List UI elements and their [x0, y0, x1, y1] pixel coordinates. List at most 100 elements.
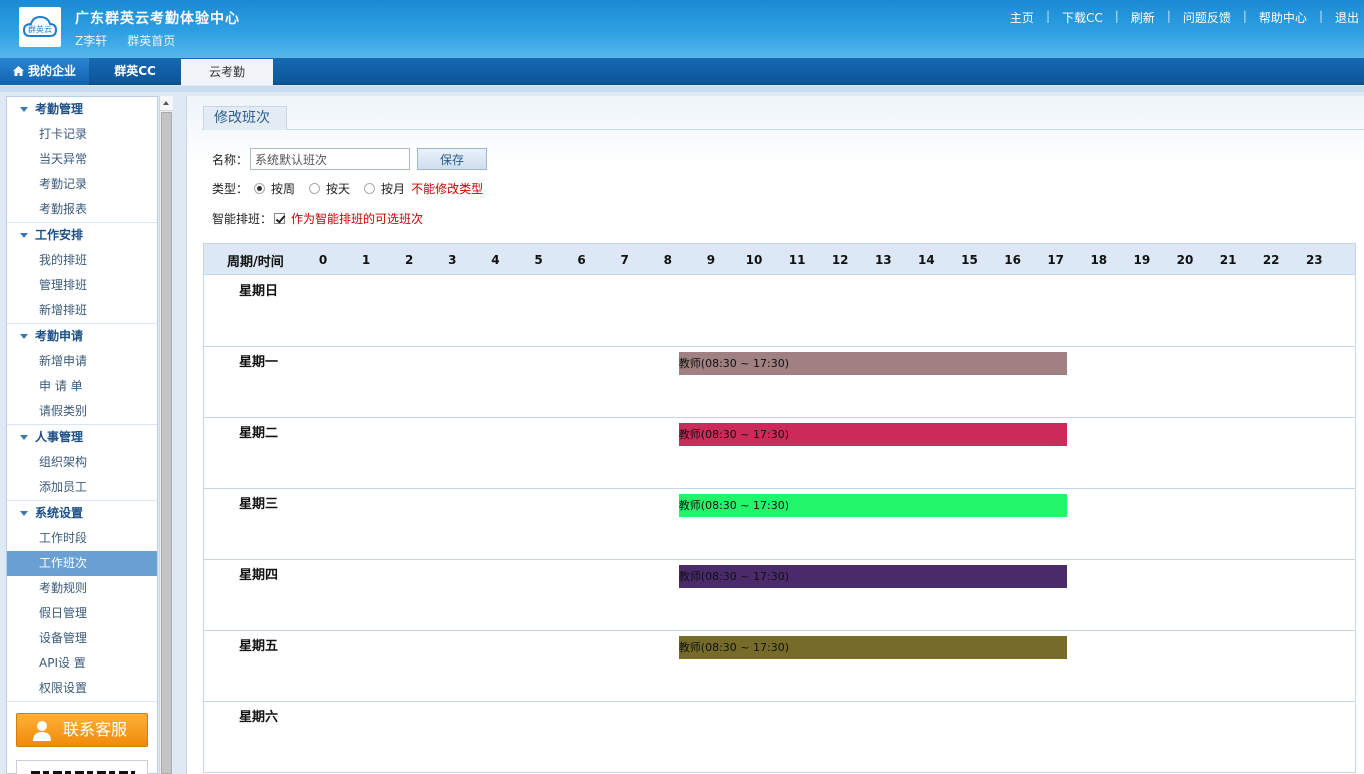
sidebar-group-title[interactable]: 系统设置	[7, 501, 157, 526]
sidebar-item-api-settings[interactable]: API设 置	[7, 651, 157, 676]
name-label: 名称：	[212, 152, 249, 167]
shift-bar[interactable]: 教师(08:30 ~ 17:30)	[678, 494, 1067, 517]
smart-schedule-checkbox[interactable]	[274, 213, 286, 224]
link-logout[interactable]: 退出	[1335, 9, 1359, 26]
type-warning: 不能修改类型	[411, 182, 484, 196]
name-row: 名称： 保存	[212, 148, 488, 170]
sidebar-item-punch-records[interactable]: 打卡记录	[7, 122, 157, 147]
link-help[interactable]: 帮助中心	[1259, 9, 1307, 26]
scroll-up-arrow-icon[interactable]	[160, 96, 173, 111]
sidebar-scrollbar[interactable]	[159, 96, 173, 774]
shift-bar[interactable]: 教师(08:30 ~ 17:30)	[678, 565, 1067, 588]
sidebar-item-manage-schedule[interactable]: 管理排班	[7, 273, 157, 298]
radio-monthly[interactable]	[364, 183, 376, 194]
day-label: 星期六	[239, 710, 279, 725]
radio-weekly[interactable]	[254, 183, 266, 194]
link-download-cc[interactable]: 下载CC	[1062, 9, 1103, 26]
link-refresh[interactable]: 刷新	[1131, 9, 1155, 26]
sidebar-group-system: 系统设置 工作时段 工作班次 考勤规则 假日管理 设备管理 API设 置 权限设…	[7, 501, 157, 702]
nav-stripe	[0, 86, 1364, 92]
day-label: 星期三	[239, 497, 279, 512]
hour-label: 14	[918, 253, 935, 267]
hour-label: 7	[620, 253, 629, 267]
header-sub: Z李轩 群英首页	[75, 32, 175, 49]
save-button[interactable]: 保存	[417, 148, 488, 170]
shift-bar[interactable]: 教师(08:30 ~ 17:30)	[678, 636, 1067, 659]
sidebar-item-holidays[interactable]: 假日管理	[7, 601, 157, 626]
sidebar-item-attendance-rules[interactable]: 考勤规则	[7, 576, 157, 601]
day-row: 星期一 教师(08:30 ~ 17:30)	[204, 347, 1355, 418]
sidebar-group-title[interactable]: 考勤管理	[7, 97, 157, 122]
sidebar-item-new-request[interactable]: 新增申请	[7, 349, 157, 374]
sidebar-item-leave-types[interactable]: 请假类别	[7, 399, 157, 424]
tab-my-enterprise[interactable]: 我的企业	[0, 58, 89, 85]
day-label: 星期四	[239, 568, 279, 583]
sidebar-item-attendance-report[interactable]: 考勤报表	[7, 197, 157, 222]
day-row: 星期二 教师(08:30 ~ 17:30)	[204, 418, 1355, 489]
tab-qunying-cc[interactable]: 群英CC	[91, 58, 179, 85]
hour-label: 5	[534, 253, 543, 267]
link-feedback[interactable]: 问题反馈	[1183, 9, 1231, 26]
collapse-triangle-icon	[20, 435, 28, 440]
collapse-triangle-icon	[20, 107, 28, 112]
hour-label: 2	[405, 253, 414, 267]
hour-label: 11	[788, 253, 806, 267]
svg-text:群英云: 群英云	[28, 24, 52, 34]
sidebar-item-work-periods[interactable]: 工作时段	[7, 526, 157, 551]
group-title-text: 工作安排	[35, 228, 84, 242]
sidebar-item-my-schedule[interactable]: 我的排班	[7, 248, 157, 273]
person-icon	[33, 721, 51, 741]
hour-label: 21	[1219, 253, 1237, 267]
sidebar-item-devices[interactable]: 设备管理	[7, 626, 157, 651]
shift-name-input[interactable]	[250, 148, 411, 170]
sidebar-item-attendance-records[interactable]: 考勤记录	[7, 172, 157, 197]
grid-corner-label: 周期/时间	[227, 255, 284, 270]
tab-cloud-attendance[interactable]: 云考勤	[181, 59, 273, 85]
sidebar-group-title[interactable]: 考勤申请	[7, 324, 157, 349]
hour-label: 0	[318, 253, 328, 267]
sidebar-group-hr: 人事管理 组织架构 添加员工	[7, 425, 157, 501]
main-nav: 我的企业 群英CC 云考勤	[0, 58, 1364, 85]
sidebar-item-request-list[interactable]: 申 请 单	[7, 374, 157, 399]
shift-bar[interactable]: 教师(08:30 ~ 17:30)	[678, 423, 1067, 446]
contact-support-button[interactable]: 联系客服	[16, 713, 148, 747]
radio-monthly-label: 按月	[381, 182, 406, 196]
hour-label: 8	[663, 253, 672, 267]
qr-code	[16, 760, 148, 774]
group-title-text: 人事管理	[35, 430, 84, 444]
scroll-thumb[interactable]	[161, 112, 172, 774]
radio-daily[interactable]	[309, 183, 321, 194]
sidebar-item-work-shifts[interactable]: 工作班次	[7, 551, 157, 576]
hour-label: 16	[1004, 253, 1021, 267]
sidebar-item-add-employee[interactable]: 添加员工	[7, 475, 157, 500]
app-title: 广东群英云考勤体验中心	[75, 11, 240, 27]
day-row: 星期三 教师(08:30 ~ 17:30)	[204, 489, 1355, 560]
hour-label: 4	[491, 253, 500, 267]
sidebar-group-title[interactable]: 人事管理	[7, 425, 157, 450]
home-icon	[12, 66, 24, 76]
link-separator: |	[1166, 9, 1171, 23]
hour-label: 19	[1133, 253, 1151, 267]
sidebar-item-permissions[interactable]: 权限设置	[7, 676, 157, 701]
day-row: 星期日	[204, 276, 1355, 347]
hour-label: 1	[361, 253, 371, 267]
schedule-grid-header: 周期/时间 0 1 2 3 4 5 6 7 8 9 10 11 12 13 14 15 16 17 18 19 20 21…	[204, 244, 1355, 275]
day-row: 星期四 教师(08:30 ~ 17:30)	[204, 560, 1355, 631]
home-link[interactable]: 群英首页	[127, 32, 175, 49]
radio-daily-label: 按天	[326, 182, 351, 196]
hour-label: 15	[961, 253, 978, 267]
day-label: 星期二	[239, 426, 279, 441]
type-row: 类型： 按周 按天 按月 不能修改类型	[212, 180, 483, 197]
user-name[interactable]: Z李轩	[75, 32, 107, 49]
sidebar-group-title[interactable]: 工作安排	[7, 223, 157, 248]
link-home[interactable]: 主页	[1010, 9, 1034, 26]
link-separator: |	[1114, 9, 1119, 23]
sidebar-item-org-structure[interactable]: 组织架构	[7, 450, 157, 475]
hour-label: 23	[1305, 253, 1323, 267]
group-title-text: 考勤申请	[35, 329, 84, 343]
shift-bar[interactable]: 教师(08:30 ~ 17:30)	[678, 352, 1067, 375]
sidebar-item-today-exceptions[interactable]: 当天异常	[7, 147, 157, 172]
tab-label: 云考勤	[208, 65, 245, 79]
contact-support-label: 联系客服	[63, 720, 128, 739]
sidebar-item-new-schedule[interactable]: 新增排班	[7, 298, 157, 323]
